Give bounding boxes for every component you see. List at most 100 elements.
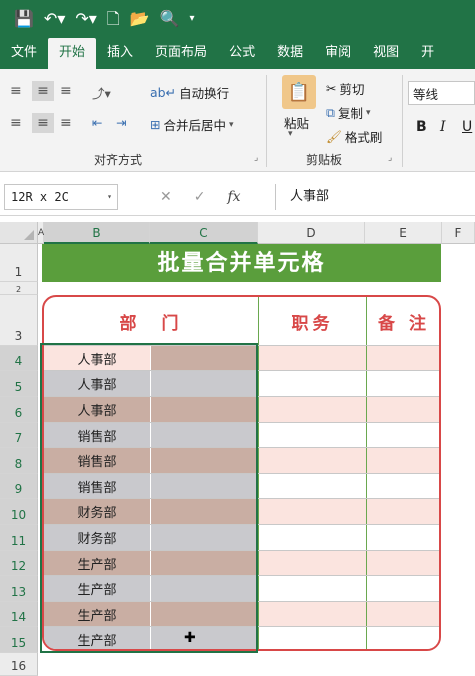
position-cell[interactable] [259,448,366,473]
merge-target-cell[interactable] [151,576,258,601]
italic-button[interactable]: I [440,119,446,135]
row-header-12[interactable]: 12 [0,551,38,576]
row-header-13[interactable]: 13 [0,576,38,602]
remark-cell[interactable] [367,474,439,499]
format-painter-button[interactable]: 🖌 格式刷 [326,127,382,146]
department-cell[interactable]: 财务部 [44,499,150,524]
row-header-14[interactable]: 14 [0,602,38,627]
tab-formulas[interactable]: 公式 [218,38,266,69]
row-header-15[interactable]: 15 [0,627,38,653]
row-header-8[interactable]: 8 [0,448,38,474]
row-header-10[interactable]: 10 [0,499,38,525]
merge-target-cell[interactable] [151,371,258,396]
increase-indent-icon[interactable]: ⇥ [116,115,126,130]
tab-file[interactable]: 文件 [0,38,48,69]
wrap-text-button[interactable]: ab↵ 自动换行 [150,83,229,102]
department-cell[interactable]: 财务部 [44,525,150,550]
customize-toolbar-icon[interactable]: ▾ [190,14,195,24]
tab-view[interactable]: 视图 [362,38,410,69]
remark-cell[interactable] [367,371,439,396]
tab-more[interactable]: 开 [410,38,445,69]
department-cell[interactable]: 销售部 [44,474,150,499]
open-folder-icon[interactable]: 📂 [130,11,150,27]
align-bottom-icon[interactable]: ≡ [60,83,72,99]
remark-cell[interactable] [367,576,439,601]
position-cell[interactable] [259,627,366,649]
remark-cell[interactable] [367,602,439,627]
copy-button[interactable]: ⧉ 复制 ▾ [326,103,370,122]
row-header-11[interactable]: 11 [0,525,38,551]
position-cell[interactable] [259,499,366,524]
merge-target-cell[interactable] [151,346,258,371]
merge-target-cell[interactable] [151,474,258,499]
header-position[interactable]: 职务 [259,297,366,346]
header-remark[interactable]: 备 注 [367,297,439,346]
position-cell[interactable] [259,346,366,371]
bold-button[interactable]: B [416,119,427,135]
align-right-icon[interactable]: ≡ [60,115,72,131]
name-box[interactable]: 12R x 2C ▾ [4,184,118,210]
remark-cell[interactable] [367,448,439,473]
row-header-5[interactable]: 5 [0,371,38,397]
position-cell[interactable] [259,602,366,627]
tab-page-layout[interactable]: 页面布局 [144,38,218,69]
position-cell[interactable] [259,371,366,396]
underline-button[interactable]: U [462,119,472,135]
department-cell[interactable]: 人事部 [44,397,150,422]
row-header-3[interactable]: 3 [0,295,38,346]
select-all-corner[interactable] [0,222,38,244]
remark-cell[interactable] [367,499,439,524]
save-icon[interactable]: 💾 [14,11,34,27]
paste-dropdown-icon[interactable]: ▾ [288,129,293,139]
remark-cell[interactable] [367,525,439,550]
row-header-4[interactable]: 4 [0,346,38,371]
paste-icon[interactable]: 📋 [282,75,316,109]
merge-target-cell[interactable] [151,525,258,550]
merge-target-cell[interactable] [151,627,258,649]
font-name-select[interactable]: 等线 [408,81,475,105]
position-cell[interactable] [259,525,366,550]
clipboard-dialog-launcher-icon[interactable]: ⌟ [388,153,392,163]
merge-target-cell[interactable] [151,397,258,422]
cut-button[interactable]: ✂ 剪切 [326,79,365,98]
remark-cell[interactable] [367,627,439,649]
position-cell[interactable] [259,551,366,576]
position-cell[interactable] [259,423,366,448]
merge-center-button[interactable]: ⊞ 合并后居中 ▾ [150,115,234,134]
undo-icon[interactable]: ↶▾ [44,11,65,27]
sheet-title[interactable]: 批量合并单元格 [42,244,441,282]
align-left-icon[interactable]: ≡ [10,115,22,131]
department-cell[interactable]: 销售部 [44,448,150,473]
remark-cell[interactable] [367,551,439,576]
worksheet-grid[interactable]: A B C D E F 1 2 3 4 5 6 7 8 9 10 11 12 1… [0,222,475,676]
column-header-b[interactable]: B [44,222,150,244]
print-preview-icon[interactable]: 🔍 [160,11,180,27]
align-middle-icon[interactable]: ≡ [32,81,54,101]
merge-target-cell[interactable] [151,423,258,448]
department-cell[interactable]: 生产部 [44,627,150,649]
department-cell[interactable]: 人事部 [44,371,150,396]
remark-cell[interactable] [367,346,439,371]
remark-cell[interactable] [367,423,439,448]
department-cell[interactable]: 生产部 [44,602,150,627]
row-header-2[interactable]: 2 [0,282,38,295]
position-cell[interactable] [259,397,366,422]
merge-target-cell[interactable] [151,551,258,576]
column-header-d[interactable]: D [258,222,365,244]
header-department[interactable]: 部 门 [44,297,258,346]
cancel-icon[interactable]: ✕ [160,189,172,205]
redo-icon[interactable]: ↷▾ [75,11,96,27]
tab-insert[interactable]: 插入 [96,38,144,69]
position-cell[interactable] [259,474,366,499]
merge-target-cell[interactable] [151,602,258,627]
insert-function-icon[interactable]: fx [227,189,240,205]
department-cell[interactable]: 生产部 [44,551,150,576]
row-header-9[interactable]: 9 [0,474,38,499]
position-cell[interactable] [259,576,366,601]
column-header-c[interactable]: C [150,222,258,244]
align-top-icon[interactable]: ≡ [10,83,22,99]
department-cell[interactable]: 人事部 [44,346,150,371]
decrease-indent-icon[interactable]: ⇤ [92,115,102,130]
orientation-icon[interactable]: ⤴▾ [92,83,111,102]
row-header-1[interactable]: 1 [0,244,38,282]
